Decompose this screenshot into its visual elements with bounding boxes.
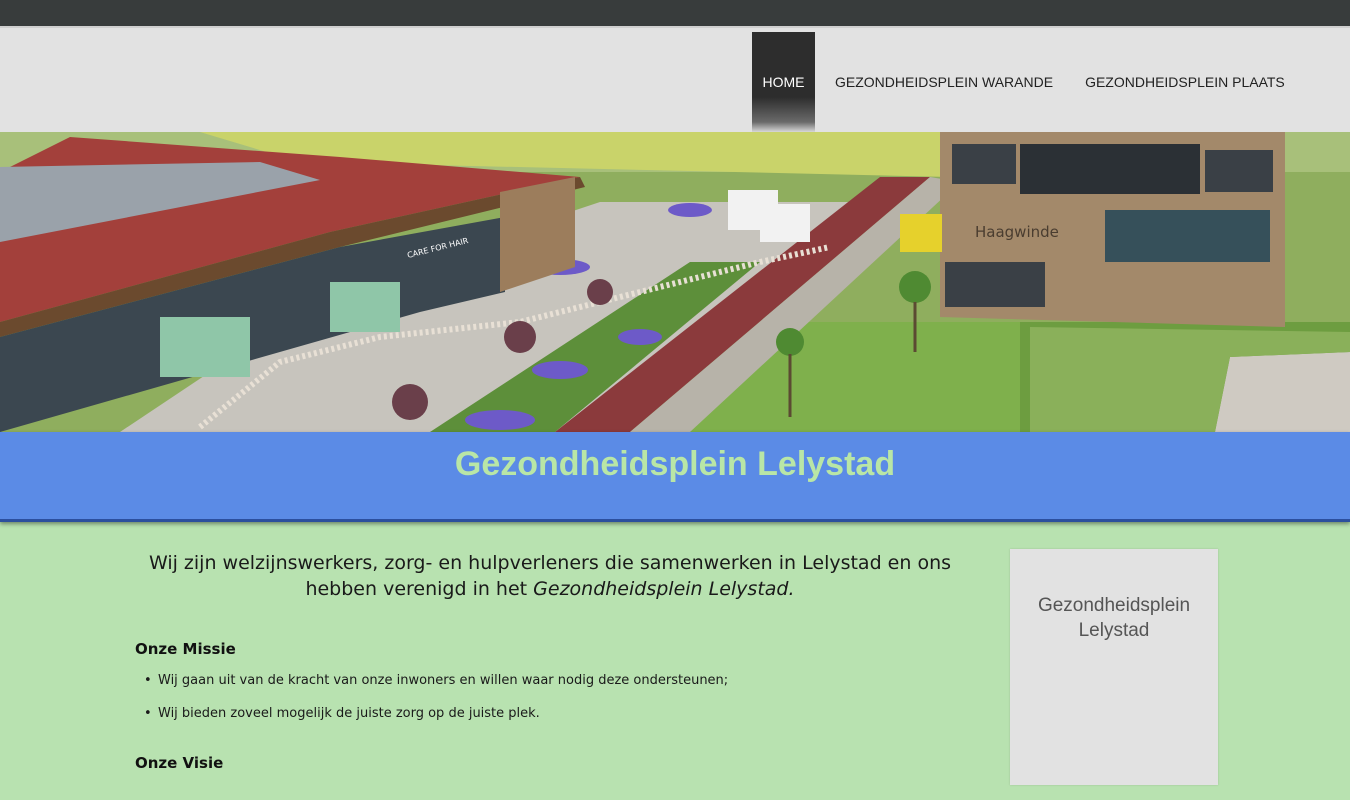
mission-title: Onze Missie xyxy=(135,640,236,658)
sidebar-title-line2: Lelystad xyxy=(1078,620,1150,641)
nav-home[interactable]: HOME xyxy=(752,32,815,132)
main-nav: HOME GEZONDHEIDSPLEIN WARANDE GEZONDHEID… xyxy=(752,32,1301,132)
list-item: Wij bieden zoveel mogelijk de juiste zor… xyxy=(135,707,965,720)
page-title: Gezondheidsplein Lelystad xyxy=(454,445,896,483)
vision-title: Onze Visie xyxy=(135,754,224,772)
title-banner: Gezondheidsplein Lelystad xyxy=(0,432,1350,522)
intro-paragraph: Wij zijn welzijnswerkers, zorg- en hulpv… xyxy=(135,548,965,602)
sidebar-title-line1: Gezondheidsplein xyxy=(1037,595,1191,616)
hero-aerial-illustration: Haagwinde CARE FOR HAIR xyxy=(0,132,1350,432)
site-header: HOME GEZONDHEIDSPLEIN WARANDE GEZONDHEID… xyxy=(0,26,1350,132)
nav-gezondheidsplein-warande[interactable]: GEZONDHEIDSPLEIN WARANDE xyxy=(819,32,1069,132)
intro-emphasis: Gezondheidsplein Lelystad. xyxy=(533,578,795,600)
main-content: Wij zijn welzijnswerkers, zorg- en hulpv… xyxy=(135,548,965,772)
top-bar xyxy=(0,0,1350,26)
building-sign: Haagwinde xyxy=(975,223,1059,241)
sidebar-widget: Gezondheidsplein Lelystad xyxy=(1010,549,1218,785)
hero-photo: Haagwinde CARE FOR HAIR xyxy=(0,132,1350,432)
nav-gezondheidsplein-plaats[interactable]: GEZONDHEIDSPLEIN PLAATS xyxy=(1069,32,1301,132)
list-item: Wij gaan uit van de kracht van onze inwo… xyxy=(135,674,965,687)
mission-list: Wij gaan uit van de kracht van onze inwo… xyxy=(135,674,965,720)
